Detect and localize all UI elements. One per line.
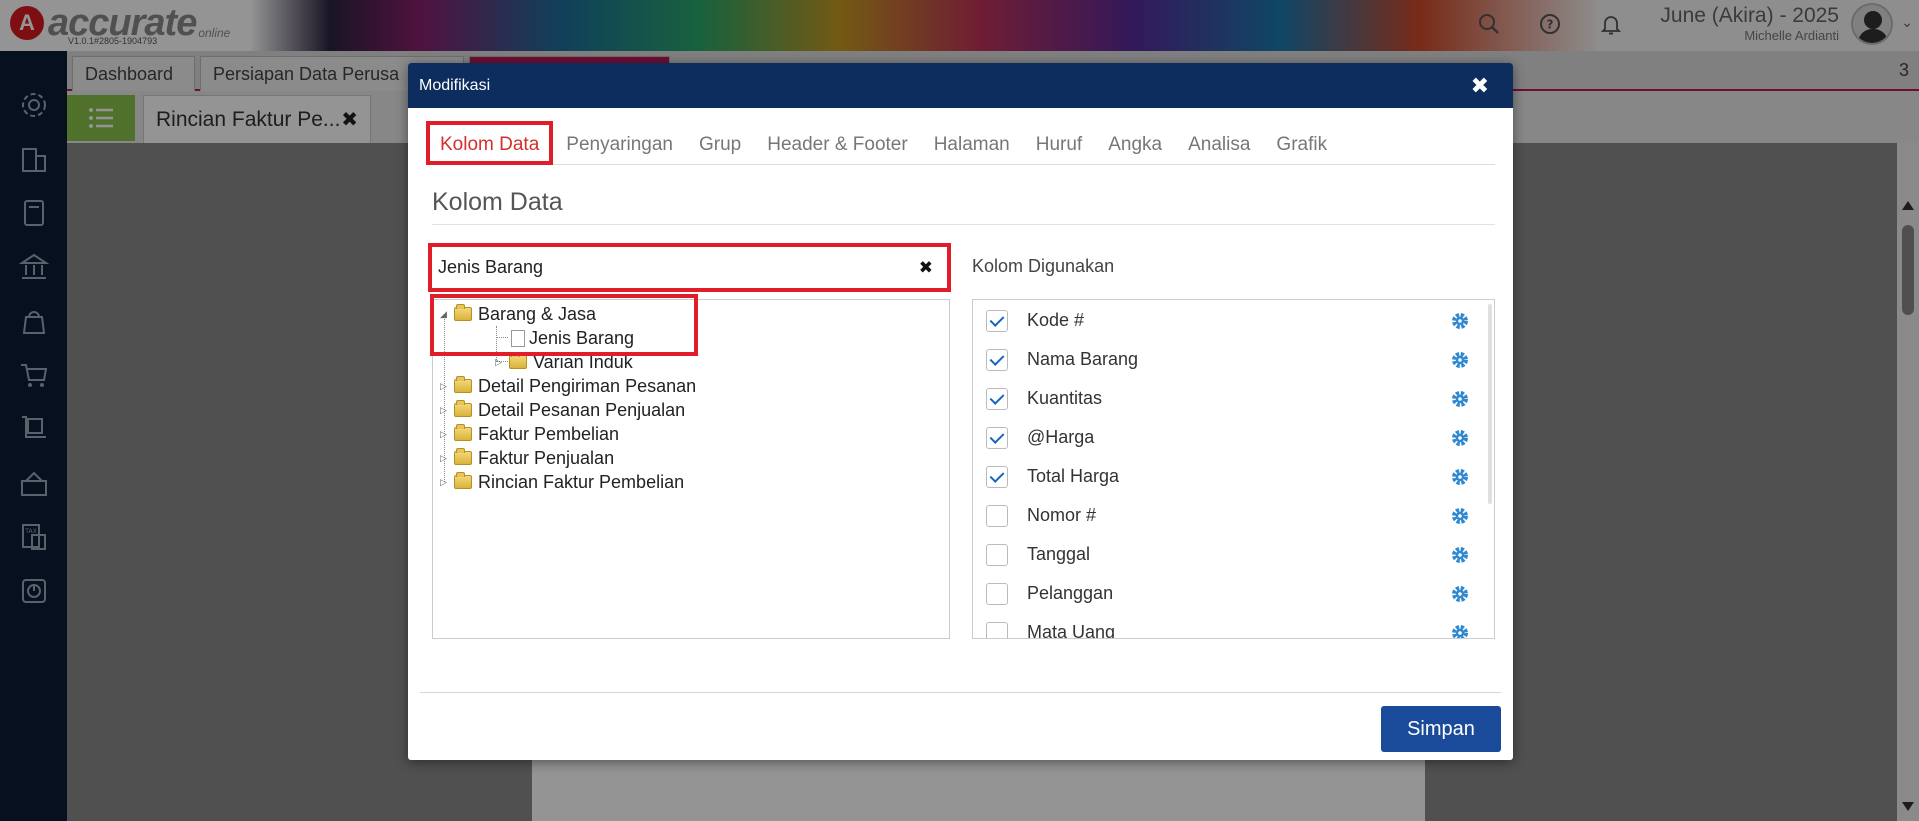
folder-icon: [509, 352, 527, 369]
list-item: Kode #: [973, 301, 1483, 340]
expand-icon[interactable]: ▷: [440, 382, 448, 391]
column-checkbox[interactable]: [986, 426, 1008, 449]
gear-icon[interactable]: [1449, 349, 1471, 371]
tab-analisa[interactable]: Analisa: [1175, 121, 1263, 165]
tab-grafik[interactable]: Grafik: [1263, 121, 1340, 165]
tab-angka[interactable]: Angka: [1095, 121, 1175, 165]
column-checkbox[interactable]: [986, 309, 1008, 332]
list-scrollbar[interactable]: [1488, 304, 1492, 504]
list-item: Nomor #: [973, 496, 1483, 535]
dialog-tabs: Kolom Data Penyaringan Grup Header & Foo…: [426, 121, 1495, 165]
tree-node-label: Varian Induk: [533, 351, 633, 372]
tree-node-jenis-barang[interactable]: Jenis Barang: [511, 326, 634, 350]
expand-icon[interactable]: ▷: [440, 454, 448, 463]
list-item: @Harga: [973, 418, 1483, 457]
folder-icon: [454, 472, 472, 489]
column-checkbox[interactable]: [986, 348, 1008, 371]
list-item: Kuantitas: [973, 379, 1483, 418]
expand-icon[interactable]: ▷: [440, 478, 448, 487]
close-icon[interactable]: ✖: [1471, 73, 1489, 99]
tree-node-label: Barang & Jasa: [478, 303, 597, 324]
tree-node-label: Jenis Barang: [529, 327, 635, 348]
modify-dialog: Modifikasi ✖ Kolom Data Penyaringan Grup…: [408, 63, 1513, 760]
tree-node-label: Detail Pesanan Penjualan: [478, 399, 686, 420]
tab-header-footer[interactable]: Header & Footer: [754, 121, 920, 165]
tree-node-label: Rincian Faktur Pembelian: [478, 471, 685, 492]
tree-node-label: Detail Pengiriman Pesanan: [478, 375, 697, 396]
tab-halaman[interactable]: Halaman: [921, 121, 1023, 165]
column-checkbox[interactable]: [986, 543, 1008, 566]
divider: [432, 224, 1495, 225]
gear-icon[interactable]: [1449, 427, 1471, 449]
column-checkbox[interactable]: [986, 465, 1008, 488]
column-label: Kode #: [1027, 310, 1085, 330]
dialog-title: Modifikasi: [419, 76, 491, 94]
tab-kolom-data[interactable]: Kolom Data: [426, 121, 554, 165]
gear-icon[interactable]: [1449, 583, 1471, 605]
tree-node-detail-pesanan[interactable]: ▷ Detail Pesanan Penjualan: [440, 398, 685, 422]
folder-icon: [454, 376, 472, 393]
tab-grup[interactable]: Grup: [686, 121, 754, 165]
clear-search-icon[interactable]: ✖: [919, 258, 933, 278]
column-checkbox[interactable]: [986, 387, 1008, 410]
tree-connector: [496, 337, 508, 338]
expand-icon[interactable]: ▷: [495, 358, 503, 367]
column-label: Kuantitas: [1027, 388, 1103, 408]
column-label: Nama Barang: [1027, 349, 1139, 369]
expand-icon[interactable]: ▷: [440, 406, 448, 415]
gear-icon[interactable]: [1449, 466, 1471, 488]
tab-huruf[interactable]: Huruf: [1023, 121, 1095, 165]
divider: [420, 692, 1501, 693]
tree-node-faktur-pembelian[interactable]: ▷ Faktur Pembelian: [440, 422, 619, 446]
column-checkbox[interactable]: [986, 582, 1008, 605]
save-button[interactable]: Simpan: [1381, 706, 1501, 752]
section-title: Kolom Data: [432, 188, 563, 216]
column-checkbox[interactable]: [986, 504, 1008, 527]
folder-icon: [454, 400, 472, 417]
tab-penyaringan[interactable]: Penyaringan: [553, 121, 686, 165]
available-columns-tree: ◢ Barang & Jasa Jenis Barang ▷ Varian In…: [430, 294, 950, 639]
tree-node-rincian-faktur[interactable]: ▷ Rincian Faktur Pembelian: [440, 470, 684, 494]
folder-icon: [454, 304, 472, 321]
document-icon: [511, 329, 525, 347]
gear-icon[interactable]: [1449, 310, 1471, 332]
column-label: Mata Uang: [1027, 622, 1116, 639]
list-item: Tanggal: [973, 535, 1483, 574]
tree-node-label: Faktur Pembelian: [478, 423, 620, 444]
column-label: @Harga: [1027, 427, 1095, 447]
tree-node-varian-induk[interactable]: ▷ Varian Induk: [495, 350, 633, 374]
used-columns-label: Kolom Digunakan: [972, 256, 1115, 276]
tree-node-faktur-penjualan[interactable]: ▷ Faktur Penjualan: [440, 446, 614, 470]
gear-icon[interactable]: [1449, 505, 1471, 527]
list-item: Mata Uang: [973, 613, 1483, 640]
used-columns-list: Kode # Nama Barang Kuantitas @Harga Tota…: [972, 299, 1495, 639]
list-item: Nama Barang: [973, 340, 1483, 379]
tree-node-label: Faktur Penjualan: [478, 447, 615, 468]
gear-icon[interactable]: [1449, 622, 1471, 640]
collapse-icon[interactable]: ◢: [440, 310, 448, 319]
list-item: Pelanggan: [973, 574, 1483, 613]
tree-node-barang-jasa[interactable]: ◢ Barang & Jasa: [440, 302, 596, 326]
column-label: Total Harga: [1027, 466, 1120, 486]
column-label: Tanggal: [1027, 544, 1091, 564]
column-search-input[interactable]: [438, 257, 919, 278]
column-checkbox[interactable]: [986, 621, 1008, 638]
gear-icon[interactable]: [1449, 388, 1471, 410]
list-item: Total Harga: [973, 457, 1483, 496]
folder-icon: [454, 448, 472, 465]
gear-icon[interactable]: [1449, 544, 1471, 566]
folder-icon: [454, 424, 472, 441]
expand-icon[interactable]: ▷: [440, 430, 448, 439]
dialog-header: Modifikasi ✖: [408, 63, 1513, 108]
column-search-box: ✖: [428, 243, 951, 292]
column-label: Pelanggan: [1027, 583, 1114, 603]
column-label: Nomor #: [1027, 505, 1097, 525]
tree-node-detail-pengiriman[interactable]: ▷ Detail Pengiriman Pesanan: [440, 374, 696, 398]
